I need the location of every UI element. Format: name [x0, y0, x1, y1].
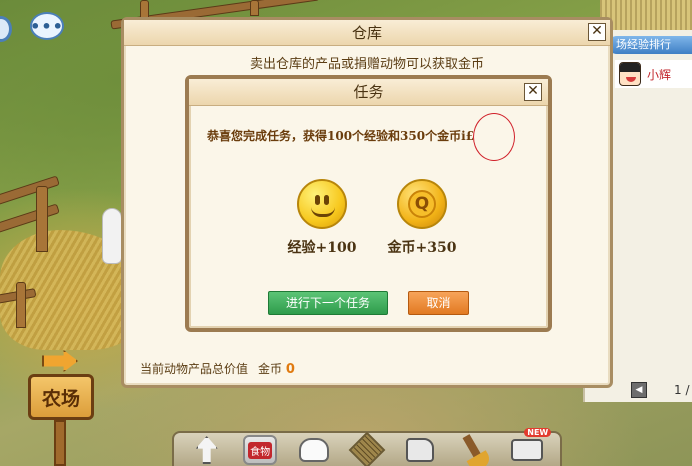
next-task-button[interactable]: 进行下一个任务 — [268, 291, 388, 315]
warehouse-title: 仓库 — [124, 20, 610, 46]
red-annotation-circle — [473, 113, 515, 161]
food-label: 食物 — [248, 441, 273, 459]
warehouse-subtitle: 卖出仓库的产品或捐赠动物可以获取金币 — [249, 57, 484, 72]
gold-coin-q-icon: Q — [397, 179, 447, 229]
chat-bubble-icon[interactable]: ••• — [30, 12, 64, 40]
fence-post — [250, 0, 259, 16]
currency-label: 金币 0 — [258, 362, 295, 377]
smiley-exp-icon — [297, 179, 347, 229]
task-title: 任务 — [189, 79, 548, 106]
camera-icon[interactable]: NEW — [507, 428, 552, 466]
rabbit-animal[interactable] — [102, 208, 122, 264]
friend-name: 小辉 — [647, 67, 672, 82]
net-icon[interactable] — [347, 431, 387, 466]
farm-sign-button[interactable]: 农场 — [28, 374, 94, 420]
fence-post — [16, 282, 26, 328]
arrow-cursor-icon[interactable] — [187, 434, 227, 466]
fence-post — [36, 186, 48, 252]
total-value: 0 — [285, 362, 295, 377]
task-close-button[interactable]: ✕ — [524, 83, 542, 101]
broom-icon[interactable] — [454, 434, 494, 466]
experience-reward-label: 经验+100 — [287, 240, 357, 256]
glove-hand-icon[interactable] — [294, 434, 334, 466]
experience-ranking-button[interactable]: 场经验排行 — [608, 36, 692, 54]
coin-reward-label: 金币+350 — [387, 240, 457, 256]
cancel-button[interactable]: 取消 — [408, 291, 469, 315]
tool-bar: 食物 NEW — [172, 428, 562, 466]
pager-prev-button[interactable]: ◀ — [631, 382, 647, 398]
task-complete-message: 恭喜您完成任务，获得100个经验和350个金币i£ — [207, 129, 475, 143]
hammer-icon[interactable] — [400, 434, 440, 466]
sign-post — [54, 420, 66, 466]
avatar — [619, 62, 641, 86]
warehouse-close-button[interactable]: ✕ — [588, 23, 606, 41]
experience-reward: 经验+100 — [277, 179, 367, 257]
coin-reward: Q 金币+350 — [377, 179, 467, 257]
task-dialog: 任务 ✕ 恭喜您完成任务，获得100个经验和350个金币i£ 经验+100 Q … — [185, 75, 552, 332]
new-badge: NEW — [524, 428, 552, 437]
warehouse-footer: 当前动物产品总价值 金币 0 — [140, 360, 295, 377]
friend-list-item[interactable]: 小辉 — [615, 60, 692, 88]
total-value-label: 当前动物产品总价值 — [140, 362, 249, 376]
pager-text: 1 / — [674, 383, 690, 397]
food-bag-icon[interactable]: 食物 — [240, 434, 280, 466]
